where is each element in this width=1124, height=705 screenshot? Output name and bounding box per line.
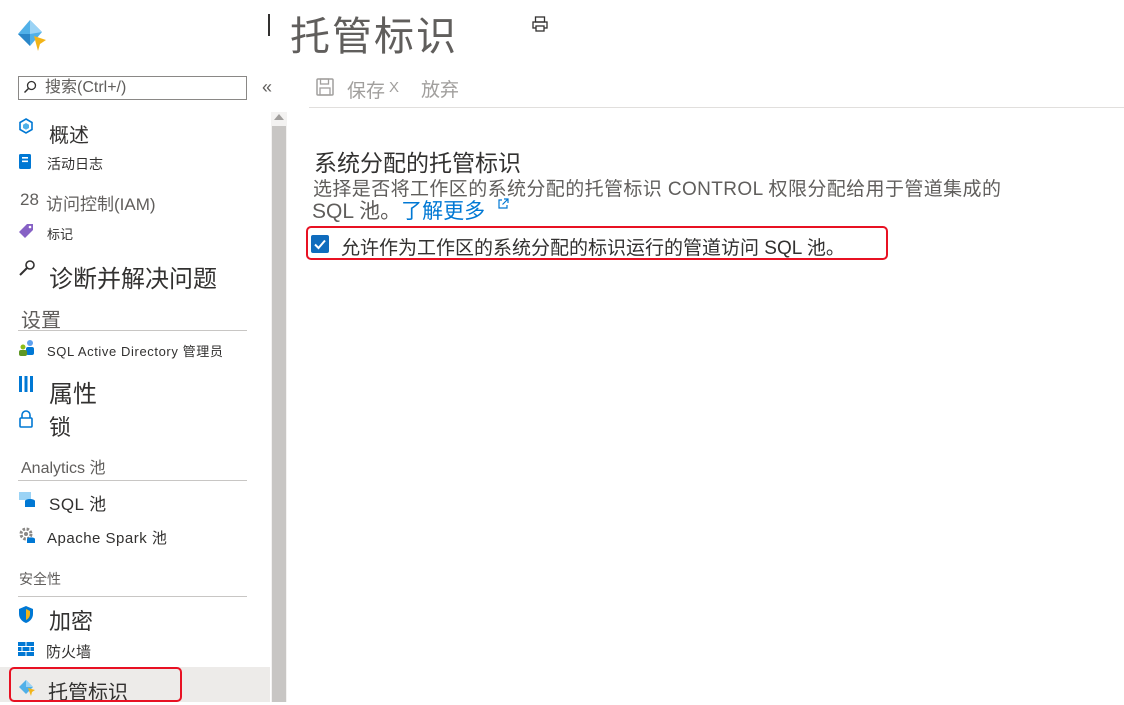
- shield-icon: [19, 606, 33, 623]
- synapse-workspace-icon: [18, 20, 46, 51]
- access-control-icon: 28: [20, 190, 39, 209]
- search-box[interactable]: [18, 76, 247, 100]
- properties-icon: [19, 376, 33, 392]
- print-icon[interactable]: [531, 15, 549, 33]
- sidebar-item-encryption[interactable]: 加密: [18, 602, 258, 634]
- sidebar-item-label: SQL Active Directory 管理员: [47, 344, 224, 359]
- save-suffix: X: [389, 79, 400, 96]
- toolbar-divider: [309, 107, 1124, 108]
- activity-log-icon: [19, 154, 31, 169]
- section-header-analytics-pools: Analytics 池: [21, 460, 106, 477]
- sidebar-item-access-control[interactable]: 28 访问控制(IAM): [18, 188, 258, 214]
- sidebar-item-tags[interactable]: 标记: [18, 221, 258, 243]
- sidebar-item-firewalls[interactable]: 防火墙: [18, 639, 258, 661]
- section-divider: [18, 596, 247, 597]
- sidebar-item-sql-pools[interactable]: SQL 池: [18, 488, 258, 514]
- spark-pool-icon: [19, 527, 35, 543]
- section-divider: [18, 480, 247, 481]
- sidebar-item-properties[interactable]: 属性: [18, 372, 258, 408]
- search-icon: [23, 80, 37, 94]
- wrench-icon: [19, 260, 35, 276]
- section-header-settings: 设置: [21, 310, 61, 332]
- firewall-icon: [18, 642, 34, 656]
- title-divider: [268, 14, 270, 36]
- collapse-sidebar-button[interactable]: «: [262, 77, 272, 98]
- section-divider: [18, 330, 247, 331]
- highlight-box: [306, 226, 888, 260]
- discard-button[interactable]: 放弃: [421, 75, 459, 102]
- sidebar-item-locks[interactable]: 锁: [18, 408, 258, 440]
- learn-more-link[interactable]: 了解更多: [401, 200, 485, 223]
- search-input[interactable]: [45, 78, 243, 98]
- save-label: 保存: [347, 81, 386, 102]
- highlight-box: [9, 667, 182, 702]
- page-title: 托管标识: [290, 15, 458, 59]
- sidebar-item-spark-pools[interactable]: Apache Spark 池: [18, 524, 263, 550]
- sidebar-item-diagnose[interactable]: 诊断并解决问题: [18, 256, 263, 293]
- sidebar-item-label: 锁: [49, 415, 72, 440]
- ad-admin-icon: [19, 340, 34, 356]
- sidebar-item-label: 概述: [49, 125, 89, 147]
- sidebar-item-label: SQL 池: [49, 495, 107, 514]
- sidebar-item-activity-log[interactable]: 活动日志: [18, 151, 258, 175]
- sidebar-item-label: 属性: [49, 381, 97, 408]
- tag-icon: [19, 224, 33, 238]
- sidebar-item-label: Apache Spark 池: [47, 530, 168, 547]
- external-link-icon[interactable]: [497, 198, 509, 210]
- sidebar-item-label: 活动日志: [47, 156, 103, 172]
- save-icon: [316, 78, 334, 96]
- overview-icon: [19, 118, 33, 134]
- sidebar-item-sql-ad-admin[interactable]: SQL Active Directory 管理员: [18, 337, 263, 361]
- section-header-security: 安全性: [19, 571, 61, 587]
- section-title: 系统分配的托管标识: [314, 150, 521, 176]
- sql-pool-icon: [19, 492, 35, 507]
- scroll-up-arrow-icon[interactable]: [274, 114, 284, 120]
- sidebar-item-label: 防火墙: [46, 644, 92, 661]
- sidebar-item-label: 标记: [47, 227, 74, 242]
- sidebar-item-label: 诊断并解决问题: [49, 266, 217, 293]
- lock-icon: [19, 410, 33, 428]
- sidebar-item-label: 加密: [49, 609, 94, 634]
- scrollbar-thumb[interactable]: [272, 126, 286, 702]
- description-line-2: SQL 池。了解更多: [312, 195, 509, 225]
- sidebar-item-label: 访问控制(IAM): [46, 195, 156, 214]
- sidebar-item-overview[interactable]: 概述: [18, 117, 258, 147]
- description-line-2-text: SQL 池。: [312, 200, 402, 223]
